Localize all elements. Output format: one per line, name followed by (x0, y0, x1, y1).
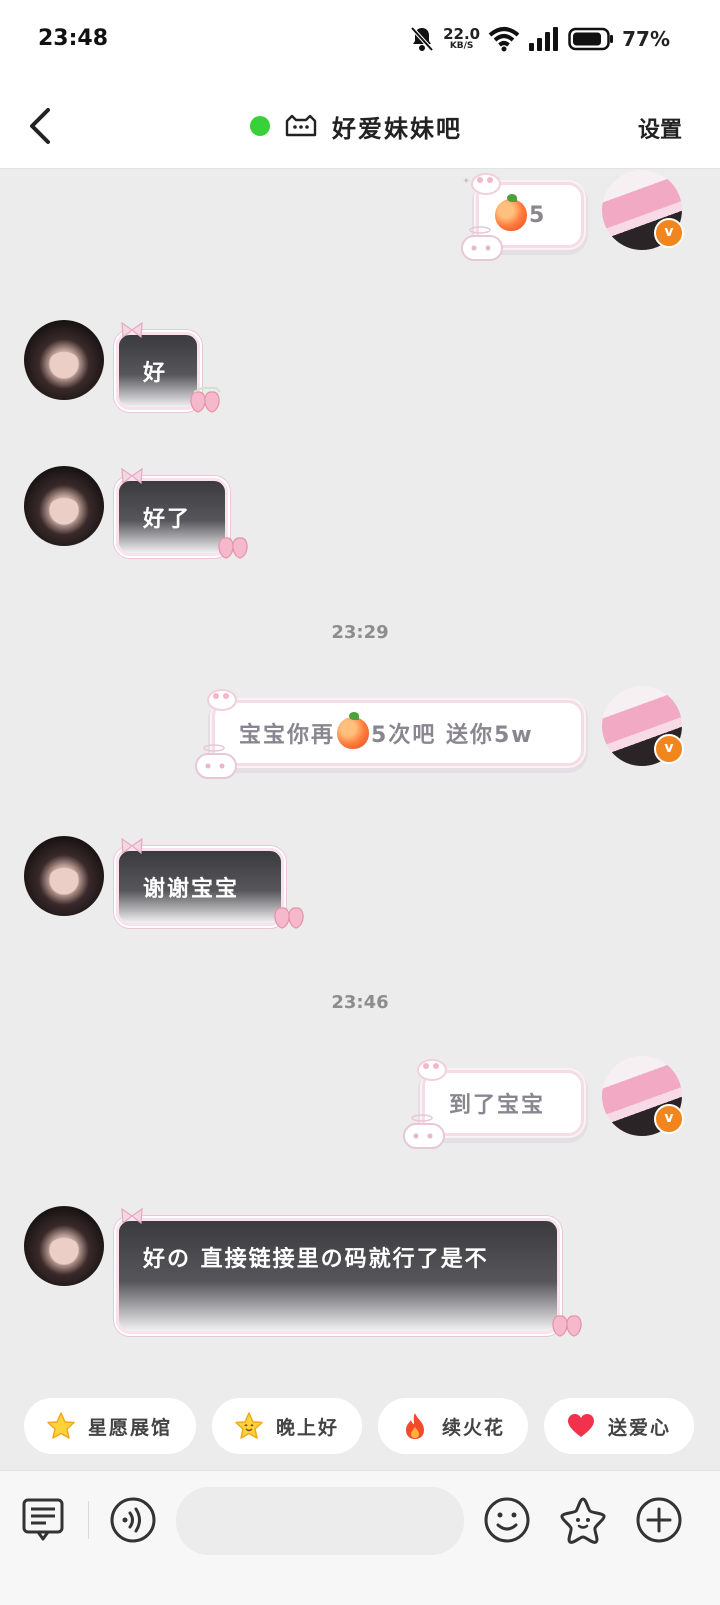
message-text-part: 5次吧 送你5w (371, 723, 534, 748)
heart-icon (568, 1414, 594, 1437)
net-speed-value: 22.0 (443, 25, 481, 43)
contact-avatar[interactable] (24, 466, 104, 546)
svg-text:✦: ✦ (462, 176, 470, 187)
message-text: 5 (529, 202, 547, 228)
message-bubble[interactable]: 宝宝你再 5次吧 送你5w (212, 700, 584, 766)
message-text: 好 (143, 361, 168, 386)
contact-avatar[interactable] (24, 320, 104, 400)
verified-badge-icon: v (654, 734, 684, 764)
quick-reply-continue-spark[interactable]: 续火花 (378, 1398, 528, 1454)
status-bar: 23:48 22.0 KB/S 77% (0, 0, 720, 84)
verified-badge-icon: v (654, 1104, 684, 1134)
quick-reply-send-heart[interactable]: 送爱心 (544, 1398, 694, 1454)
strawberry-sticker-icon (218, 537, 248, 559)
input-bar (0, 1470, 720, 1605)
bow-sticker-icon (121, 1207, 143, 1225)
verified-badge-icon: v (654, 218, 684, 248)
message-text-part: 宝宝你再 (239, 723, 336, 748)
status-time: 23:48 (38, 26, 109, 51)
message-row: 5 ✦ v (0, 168, 720, 278)
bow-sticker-icon (121, 467, 143, 485)
fire-icon (406, 1413, 424, 1439)
back-arrow-icon[interactable] (22, 104, 66, 148)
quick-reply-label: 送爱心 (608, 1416, 672, 1439)
quick-reply-good-evening[interactable]: 晚上好 (212, 1398, 362, 1454)
message-row: 好の 直接链接里の码就行了是不 (0, 1204, 720, 1354)
chat-title-group[interactable]: 好爱妹妹吧 (250, 106, 462, 146)
battery-percent: 77% (622, 27, 670, 51)
message-list-icon[interactable] (20, 1495, 70, 1545)
star-face-icon (235, 1412, 263, 1439)
input-bar-divider (88, 1501, 89, 1539)
message-text: 好の 直接链接里の码就行了是不 (143, 1247, 489, 1272)
paw-sticker-icon: ✦ (462, 173, 501, 195)
peach-emoji-icon (337, 712, 370, 749)
star-icon (47, 1412, 75, 1439)
contact-avatar[interactable] (24, 1206, 104, 1286)
chat-title: 好爱妹妹吧 (332, 114, 462, 143)
net-speed: 22.0 KB/S (443, 27, 480, 51)
quick-reply-label: 星愿展馆 (88, 1416, 173, 1439)
message-row: 好 (0, 318, 720, 428)
contact-avatar[interactable] (24, 836, 104, 916)
message-text: 好了 (143, 507, 192, 532)
ghost-sticker-icon (461, 226, 503, 261)
message-row: 到了宝宝 v (0, 1054, 720, 1164)
strawberry-sticker-icon (190, 387, 221, 413)
quick-reply-star-exhibit[interactable]: 星愿展馆 (24, 1398, 196, 1454)
ghost-sticker-icon (403, 1114, 445, 1149)
net-speed-unit: KB/S (449, 41, 474, 51)
cat-face-icon (285, 114, 317, 137)
message-row: 好了 (0, 464, 720, 574)
message-row: 宝宝你再 5次吧 送你5w v (0, 684, 720, 794)
online-status-dot (250, 116, 270, 136)
quick-reply-label: 续火花 (442, 1416, 506, 1439)
timestamp: 23:29 (331, 622, 389, 643)
bow-sticker-icon (121, 321, 143, 339)
message-bubble[interactable]: 好の 直接链接里の码就行了是不 (116, 1218, 560, 1334)
ghost-sticker-icon (195, 744, 237, 779)
star-sticker-icon[interactable] (558, 1495, 608, 1545)
emoji-icon[interactable] (482, 1495, 532, 1545)
paw-sticker-icon (207, 689, 237, 711)
mute-bell-icon (410, 26, 434, 52)
paw-sticker-icon (417, 1059, 447, 1081)
voice-icon[interactable] (108, 1495, 158, 1545)
status-icons: 22.0 KB/S 77% (409, 24, 670, 54)
quick-reply-bar: 星愿展馆 晚上好 续火花 送爱心 (24, 1398, 694, 1454)
strawberry-sticker-icon (274, 907, 304, 929)
bow-sticker-icon (121, 837, 143, 855)
battery-icon (568, 27, 614, 51)
timestamp: 23:46 (331, 992, 389, 1013)
strawberry-sticker-icon (552, 1315, 582, 1337)
message-input[interactable] (176, 1487, 464, 1555)
message-text: 到了宝宝 (449, 1093, 546, 1118)
settings-button[interactable]: 设置 (638, 112, 682, 144)
plus-icon[interactable] (634, 1495, 684, 1545)
message-bubble[interactable]: 好了 (116, 478, 228, 556)
wifi-icon (488, 27, 520, 52)
chat-header: 好爱妹妹吧 设置 (0, 84, 720, 169)
message-row: 谢谢宝宝 (0, 834, 720, 944)
message-text: 谢谢宝宝 (143, 877, 240, 902)
signal-icon (529, 27, 559, 51)
message-bubble[interactable]: 谢谢宝宝 (116, 848, 284, 926)
quick-reply-label: 晚上好 (276, 1416, 340, 1439)
